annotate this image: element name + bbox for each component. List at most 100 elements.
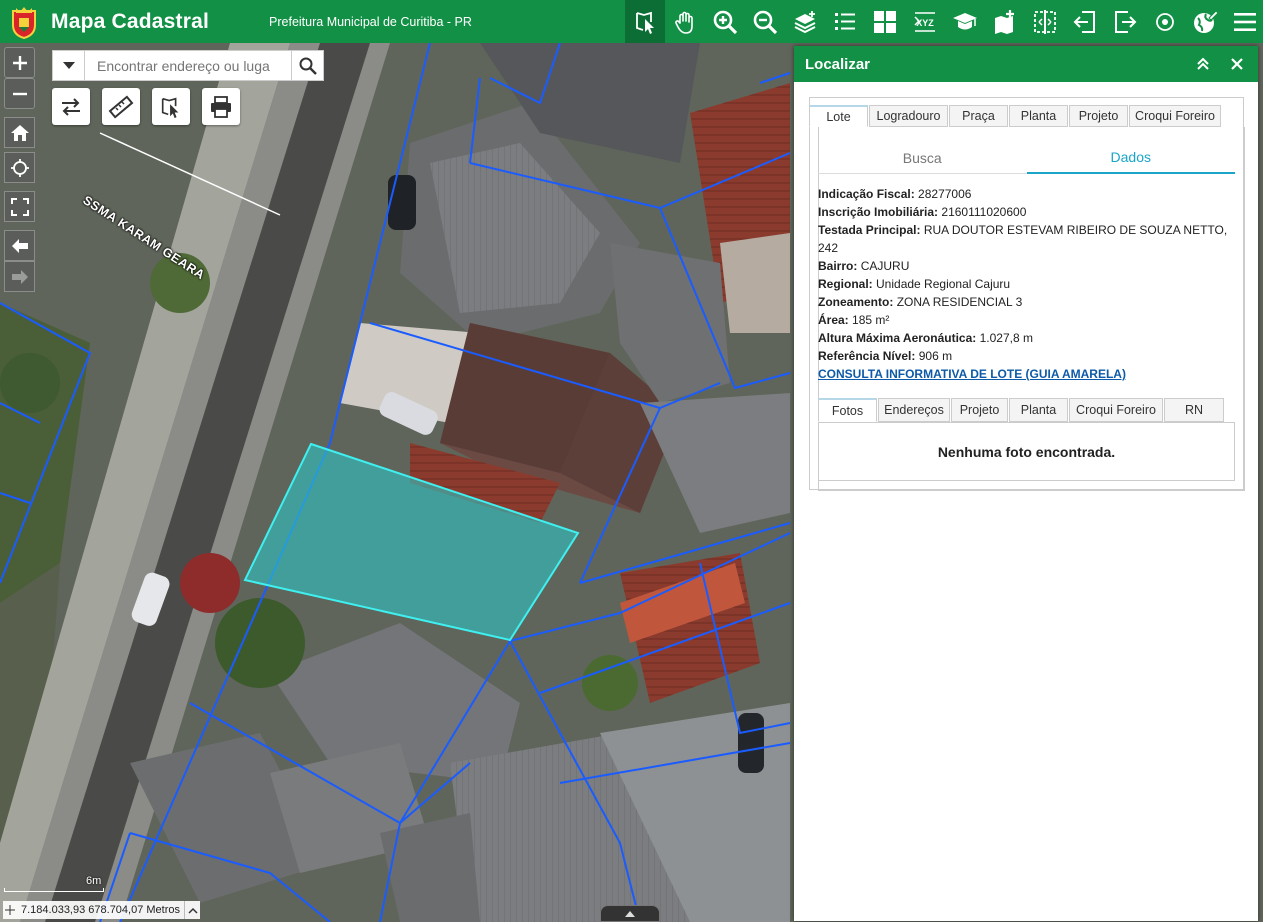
main-tabs: Lote Logradouro Praça Planta Projeto Cro… [809, 105, 1222, 127]
tab-praca[interactable]: Praça [949, 105, 1008, 127]
measure-widget-button[interactable] [102, 88, 140, 125]
coordinates-tool[interactable]: XYZ [905, 0, 945, 43]
chevron-up-icon [187, 907, 198, 914]
home-button[interactable] [4, 117, 35, 148]
tab-projeto[interactable]: Projeto [1069, 105, 1128, 127]
print-button[interactable] [202, 88, 240, 125]
app-title: Mapa Cadastral [51, 9, 210, 33]
add-map-icon [995, 9, 1014, 34]
search-icon [299, 57, 317, 75]
tab-photo-planta[interactable]: Planta [1009, 398, 1068, 422]
photo-tabs: Fotos Endereços Projeto Planta Croqui Fo… [818, 398, 1225, 422]
tab-croqui-foreiro[interactable]: Croqui Foreiro [1129, 105, 1221, 127]
coordinates-toggle[interactable] [184, 901, 200, 919]
detail-value: ZONA RESIDENCIAL 3 [896, 295, 1023, 309]
caret-up-icon [625, 910, 635, 917]
search-button[interactable] [291, 51, 323, 80]
app-header: Mapa Cadastral Prefeitura Municipal de C… [0, 0, 1263, 43]
locate-icon [10, 158, 29, 177]
full-extent-button[interactable] [4, 191, 35, 222]
detail-label: Altura Máxima Aeronáutica: [818, 331, 977, 345]
next-extent-button[interactable] [4, 261, 35, 292]
detail-row: CONSULTA INFORMATIVA DE LOTE (GUIA AMARE… [818, 365, 1238, 383]
zoom-in-tool[interactable] [705, 0, 745, 43]
basemap-tool[interactable] [865, 0, 905, 43]
detail-value: 2160111020600 [941, 205, 1027, 219]
xyz-icon: XYZ [914, 11, 935, 32]
identify-tool[interactable] [625, 0, 665, 43]
zoom-out-tool[interactable] [745, 0, 785, 43]
add-data-tool[interactable] [985, 0, 1025, 43]
search-input[interactable] [85, 51, 291, 80]
locate-tool[interactable] [1145, 0, 1185, 43]
legend-tool[interactable] [825, 0, 865, 43]
panel-title: Localizar [805, 55, 871, 73]
search-source-dropdown[interactable] [53, 51, 85, 80]
tab-enderecos[interactable]: Endereços [878, 398, 950, 422]
swipe-widget-button[interactable] [52, 88, 90, 125]
swipe-tool[interactable] [1025, 0, 1065, 43]
grid-icon [874, 10, 896, 33]
tab-rn[interactable]: RN [1164, 398, 1224, 422]
detail-label: Regional: [818, 277, 873, 291]
sub-tabs: Busca Dados [818, 142, 1235, 174]
coordinates-text: 7.184.033,93 678.704,07 Metros [21, 904, 181, 916]
collapse-panel-button[interactable] [1193, 54, 1213, 74]
zoom-out-button[interactable] [4, 78, 35, 109]
zoom-in-button[interactable] [4, 47, 35, 78]
app-subtitle: Prefeitura Municipal de Curitiba - PR [269, 14, 472, 29]
hamburger-icon [1234, 12, 1256, 31]
close-icon [1231, 58, 1243, 70]
double-chevron-up-icon [1197, 57, 1209, 70]
detail-label: Zoneamento: [818, 295, 894, 309]
detail-row: Referência Nível: 906 m [818, 347, 1238, 365]
detail-label: Testada Principal: [818, 223, 921, 237]
guia-amarela-link[interactable]: CONSULTA INFORMATIVA DE LOTE (GUIA AMARE… [818, 367, 1126, 381]
tab-lote[interactable]: Lote [809, 105, 868, 127]
panel-header: Localizar [794, 46, 1258, 82]
detail-label: Indicação Fiscal: [818, 187, 915, 201]
tab-logradouro[interactable]: Logradouro [869, 105, 948, 127]
globe-tool[interactable] [1185, 0, 1225, 43]
previous-extent-button[interactable] [4, 230, 35, 261]
detail-value: 185 m² [852, 313, 890, 327]
import-tool[interactable] [1065, 0, 1105, 43]
photo-content: Nenhuma foto encontrada. [818, 422, 1235, 481]
pan-tool[interactable] [665, 0, 705, 43]
svg-text:XYZ: XYZ [916, 18, 934, 28]
detail-row: Bairro: CAJURU [818, 257, 1238, 275]
detail-row: Regional: Unidade Regional Cajuru [818, 275, 1238, 293]
arrow-left-icon [11, 238, 28, 253]
fullscreen-icon [10, 197, 29, 216]
layers-tool[interactable] [785, 0, 825, 43]
detail-label: Área: [818, 313, 849, 327]
minus-icon [12, 92, 27, 95]
my-location-button[interactable] [4, 152, 35, 183]
login-icon [1073, 10, 1095, 33]
scale-bar: 6m [4, 875, 104, 893]
menu-tool[interactable] [1225, 0, 1263, 43]
zoom-in-icon [713, 10, 738, 34]
detail-row: Área: 185 m² [818, 311, 1238, 329]
map-pointer-icon [161, 97, 179, 118]
scale-label: 6m [86, 875, 102, 887]
attribute-table-toggle[interactable] [600, 905, 660, 922]
arrows-swap-icon [62, 97, 80, 116]
coordinates-readout: 7.184.033,93 678.704,07 Metros [3, 901, 201, 919]
tab-planta[interactable]: Planta [1009, 105, 1068, 127]
caret-down-icon [62, 61, 75, 69]
tab-photo-croqui-foreiro[interactable]: Croqui Foreiro [1069, 398, 1163, 422]
layers-icon [794, 10, 816, 33]
close-panel-button[interactable] [1227, 54, 1247, 74]
education-tool[interactable] [945, 0, 985, 43]
tab-photo-projeto[interactable]: Projeto [951, 398, 1008, 422]
subtab-busca[interactable]: Busca [818, 142, 1027, 174]
tab-fotos[interactable]: Fotos [818, 398, 877, 422]
subtab-dados[interactable]: Dados [1026, 142, 1235, 174]
export-tool[interactable] [1105, 0, 1145, 43]
map-pointer-icon [636, 11, 654, 34]
logout-icon [1115, 10, 1137, 33]
split-icon [1034, 9, 1056, 34]
identify-widget-button[interactable] [152, 88, 190, 125]
detail-value: 1.027,8 m [979, 331, 1033, 345]
